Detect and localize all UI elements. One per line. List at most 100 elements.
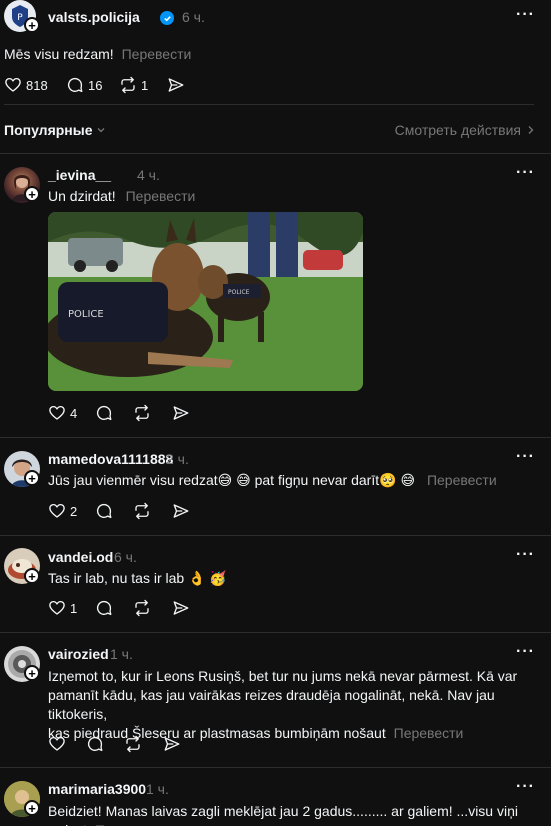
- translate-link[interactable]: Перевести: [427, 472, 497, 488]
- comment-button[interactable]: [95, 404, 113, 422]
- heart-icon: [49, 736, 65, 751]
- reply-text-line: pamanīt kādu, kas jau vairākas reizes dr…: [48, 687, 495, 722]
- reply-photo[interactable]: POLICE POLICE: [48, 212, 363, 391]
- share-button[interactable]: [172, 502, 190, 520]
- reply-text-row: Tas ir lab, nu tas ir lab 👌 🥳: [48, 569, 227, 588]
- like-count: 1: [70, 600, 78, 616]
- svg-text:POLICE: POLICE: [228, 289, 250, 296]
- translate-link[interactable]: Перевести: [394, 725, 464, 741]
- reply-username[interactable]: _ievina__: [48, 167, 111, 183]
- reply-text-line: Beidziet! Manas laivas zagli meklējat ja…: [48, 803, 518, 819]
- divider: [0, 153, 551, 154]
- send-icon: [173, 601, 189, 615]
- repost-icon: [135, 404, 149, 422]
- reply-text-block: Izņemot to, kur ir Leons Rusiņš, bet tur…: [48, 667, 538, 743]
- reply-username[interactable]: marimaria3900: [48, 781, 146, 797]
- divider: [0, 535, 551, 536]
- comment-icon: [96, 503, 112, 519]
- more-options-icon[interactable]: ···: [516, 546, 535, 564]
- view-activity-link[interactable]: Смотреть действия: [395, 122, 535, 138]
- send-icon: [173, 504, 189, 518]
- repost-button[interactable]: [133, 404, 151, 422]
- sort-label: Популярные: [4, 122, 93, 138]
- comment-icon: [96, 405, 112, 421]
- repost-button[interactable]: [133, 599, 151, 617]
- reply-text-line-last: redzat Пе: [48, 821, 538, 826]
- chevron-right-icon: [528, 126, 534, 134]
- more-options-icon[interactable]: ···: [516, 643, 535, 661]
- view-activity-label: Смотреть действия: [394, 122, 521, 138]
- like-button[interactable]: [48, 735, 66, 753]
- translate-link[interactable]: Перевести: [122, 46, 192, 62]
- reply-text-block: Beidziet! Manas laivas zagli meklējat ja…: [48, 802, 538, 826]
- divider: [0, 437, 551, 438]
- reply-text: Un dzirdat!: [48, 188, 116, 204]
- comment-button[interactable]: 16: [66, 76, 102, 94]
- share-button[interactable]: [172, 404, 190, 422]
- send-icon: [164, 737, 180, 751]
- reply-text-line-last: kas piedraud Šleseru ar plastmasas bumbi…: [48, 724, 538, 743]
- repost-button[interactable]: [124, 735, 142, 753]
- more-options-icon[interactable]: ···: [516, 6, 535, 24]
- repost-icon: [121, 76, 135, 94]
- repost-count: 1: [141, 77, 149, 93]
- post-text-row: Mēs visu redzam! Перевести: [4, 45, 191, 64]
- like-button[interactable]: 4: [48, 404, 77, 422]
- follow-plus-icon[interactable]: +: [24, 17, 40, 33]
- heart-icon: [5, 77, 21, 92]
- reply-username[interactable]: vandei.od: [48, 549, 113, 565]
- reply-text-line: redzat: [48, 822, 87, 826]
- follow-plus-icon[interactable]: +: [24, 568, 40, 584]
- reply-username[interactable]: mamedova1111888: [48, 451, 173, 467]
- comment-icon: [67, 77, 83, 93]
- follow-plus-icon[interactable]: +: [24, 665, 40, 681]
- chevron-down-icon: [98, 128, 105, 133]
- translate-link[interactable]: Пе: [95, 822, 113, 826]
- repost-icon: [135, 502, 149, 520]
- divider: [0, 767, 551, 768]
- repost-button[interactable]: 1: [119, 76, 148, 94]
- reply-username[interactable]: vairozied: [48, 646, 109, 662]
- like-button[interactable]: 818: [4, 76, 48, 94]
- more-options-icon[interactable]: ···: [516, 164, 535, 182]
- sort-dropdown[interactable]: Популярные: [4, 122, 106, 138]
- divider: [0, 632, 551, 633]
- comment-button[interactable]: [86, 735, 104, 753]
- translate-link[interactable]: Перевести: [126, 188, 196, 204]
- more-options-icon[interactable]: ···: [516, 778, 535, 796]
- like-button[interactable]: 1: [48, 599, 77, 617]
- comment-button[interactable]: [95, 599, 113, 617]
- verified-icon: [160, 11, 174, 25]
- like-count: 2: [70, 503, 78, 519]
- follow-plus-icon[interactable]: +: [24, 186, 40, 202]
- repost-icon: [135, 599, 149, 617]
- comment-icon: [96, 600, 112, 616]
- reply-time: 1 ч.: [146, 781, 169, 797]
- repost-icon: [126, 735, 140, 753]
- more-options-icon[interactable]: ···: [516, 448, 535, 466]
- share-button[interactable]: [172, 599, 190, 617]
- share-button[interactable]: [167, 76, 185, 94]
- post-text: Mēs visu redzam!: [4, 46, 114, 62]
- send-icon: [168, 78, 184, 92]
- svg-text:P: P: [17, 13, 23, 23]
- share-button[interactable]: [163, 735, 181, 753]
- reply-time: 6 ч.: [114, 549, 137, 565]
- divider: [4, 104, 534, 105]
- like-button[interactable]: 2: [48, 502, 77, 520]
- like-count: 4: [70, 405, 78, 421]
- like-count: 818: [26, 77, 48, 93]
- follow-plus-icon[interactable]: +: [24, 800, 40, 816]
- reply-time: 4 ч.: [137, 167, 160, 183]
- send-icon: [173, 406, 189, 420]
- post-username[interactable]: valsts.policija: [48, 9, 140, 25]
- comment-icon: [87, 736, 103, 752]
- svg-text:POLICE: POLICE: [68, 309, 104, 320]
- follow-plus-icon[interactable]: +: [24, 470, 40, 486]
- reply-text-row: Un dzirdat! Перевести: [48, 187, 195, 206]
- repost-button[interactable]: [133, 502, 151, 520]
- reply-time: 1 ч.: [110, 646, 133, 662]
- post-time: 6 ч.: [182, 9, 205, 25]
- comment-button[interactable]: [95, 502, 113, 520]
- reply-time: 2 ч.: [166, 451, 189, 467]
